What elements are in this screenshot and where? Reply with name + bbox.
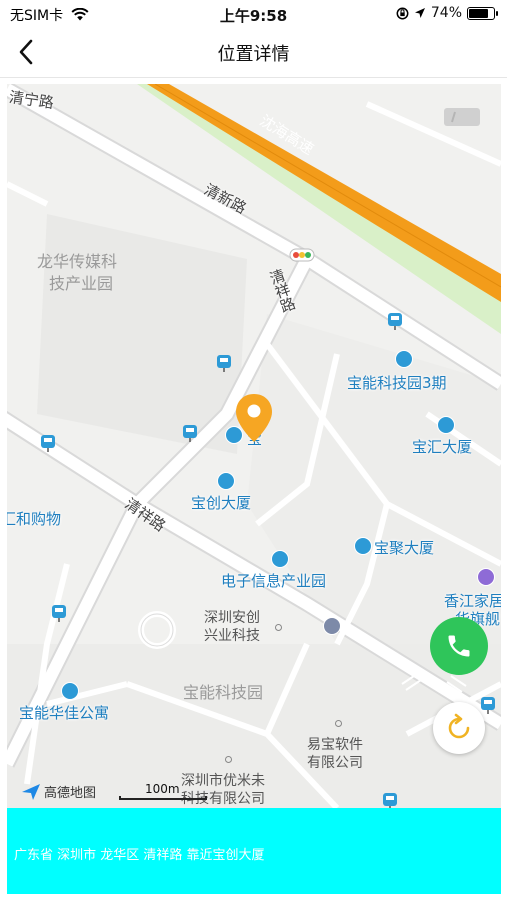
phone-icon: [448, 635, 470, 657]
location-arrow-icon: [414, 8, 425, 18]
amap-logo-icon: [22, 783, 40, 800]
bus-stop-icon: [41, 435, 55, 452]
building-icon: [217, 472, 235, 490]
poi-label-baochuang[interactable]: 宝创大厦: [191, 492, 251, 513]
scale-bar: [119, 796, 207, 800]
poi-dot-icon: [225, 756, 232, 763]
poi-label-yibao-2[interactable]: 有限公司: [307, 754, 363, 772]
map-logo: 高德地图: [21, 782, 96, 801]
shopping-icon: [477, 568, 495, 586]
bus-stop-icon: [183, 425, 197, 442]
poi-label-baohui[interactable]: 宝汇大厦: [412, 436, 472, 457]
building-icon: [437, 416, 455, 434]
area-label-media-park-1: 龙华传媒科: [37, 252, 118, 271]
poi-label-anchuang-1[interactable]: 深圳安创: [204, 609, 260, 627]
poi-dot-icon: [335, 720, 342, 727]
bus-stop-icon: [217, 355, 231, 372]
location-pin-icon[interactable]: [233, 392, 275, 444]
locate-button[interactable]: [433, 702, 485, 754]
poi-label-yibao-1[interactable]: 易宝软件: [307, 736, 363, 754]
poi-label-shopping[interactable]: 汇和购物: [7, 508, 61, 529]
bus-stop-icon: [481, 697, 495, 714]
orientation-lock-icon: [396, 7, 409, 19]
refresh-location-icon: [448, 713, 470, 739]
bus-stop-icon: [383, 793, 397, 808]
nav-bar: 位置详情: [0, 28, 507, 78]
battery-percent: 74%: [430, 5, 462, 21]
poi-dot-icon: [275, 624, 282, 631]
address-text: 广东省 深圳市 龙华区 清祥路 靠近宝创大厦: [14, 848, 265, 863]
call-button[interactable]: [430, 617, 488, 675]
building-icon: [354, 537, 372, 555]
status-bar: 无SIM卡 上午9:58 74%: [0, 0, 507, 28]
poi-label-electronics-park[interactable]: 电子信息产业园: [221, 570, 326, 591]
building-icon: [61, 682, 79, 700]
map-view[interactable]: 清宁路 沈海高速 清新路 清祥路 清祥路 龙华传媒科 技产业园 宝能科技园 宝能…: [7, 84, 501, 808]
poi-label-baoju[interactable]: 宝聚大厦: [374, 537, 434, 558]
address-bar: 广东省 深圳市 龙华区 清祥路 靠近宝创大厦: [7, 808, 501, 894]
area-label-baoneng-park: 宝能科技园: [183, 683, 264, 702]
page-title: 位置详情: [217, 44, 290, 65]
bus-stop-icon: [388, 313, 402, 330]
building-icon: [271, 550, 289, 568]
map-logo-text: 高德地图: [44, 786, 97, 801]
office-icon: [323, 617, 341, 635]
poi-label-baoneng-phase3[interactable]: 宝能科技园3期: [347, 372, 447, 393]
poi-label-anchuang-2[interactable]: 兴业科技: [204, 627, 260, 645]
building-icon: [395, 350, 413, 368]
bus-stop-icon: [52, 605, 66, 622]
status-right: 74%: [396, 5, 498, 21]
map-scale: 100m: [119, 782, 209, 800]
area-label-media-park-2: 技产业园: [49, 274, 114, 293]
poi-label-baoneng-huajia[interactable]: 宝能华佳公寓: [19, 702, 109, 723]
scale-label: 100m: [145, 782, 180, 796]
battery-icon: [467, 6, 498, 20]
